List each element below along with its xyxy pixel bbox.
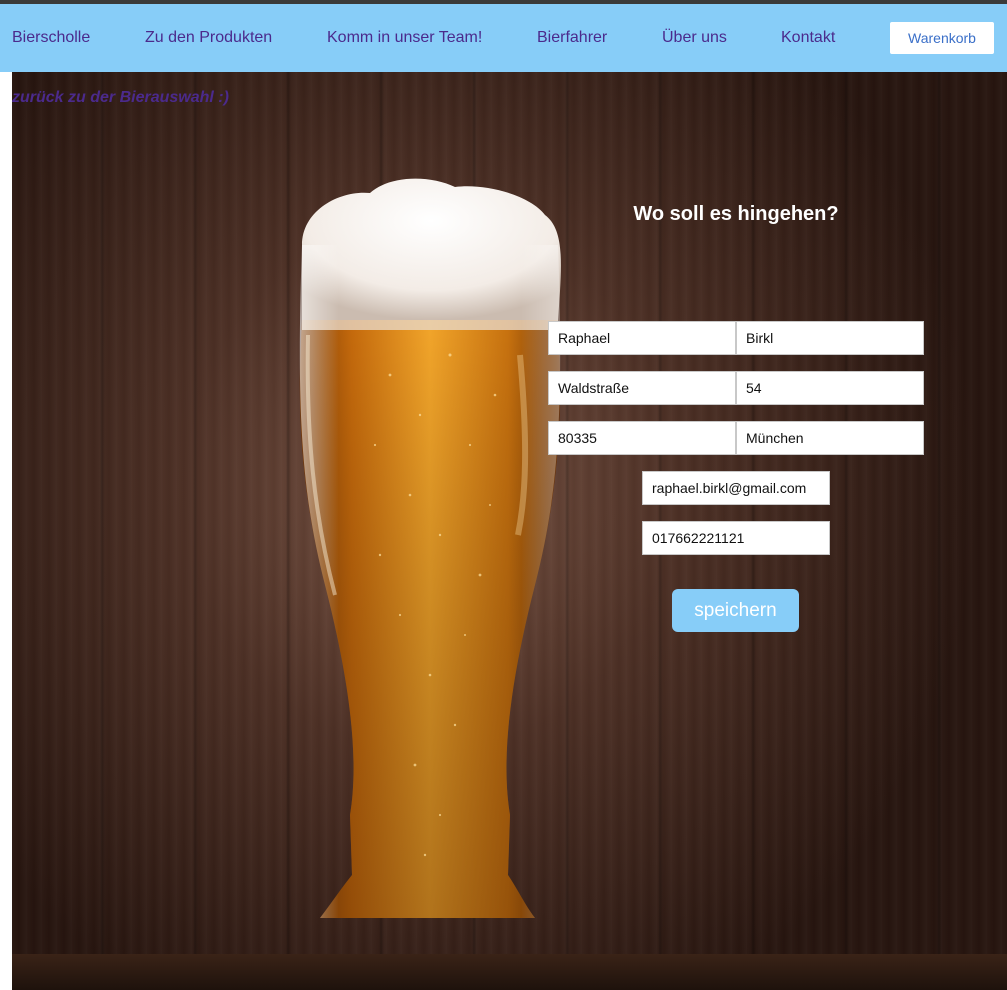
wooden-shelf bbox=[12, 954, 1007, 990]
nav-brand-link[interactable]: Bierscholle bbox=[12, 28, 90, 48]
save-button[interactable]: speichern bbox=[672, 589, 799, 632]
navbar: Bierscholle Zu den Produkten Komm in uns… bbox=[0, 4, 1007, 72]
nav-drivers-link[interactable]: Bierfahrer bbox=[537, 28, 607, 48]
house-number-input[interactable] bbox=[736, 371, 924, 405]
city-input[interactable] bbox=[736, 421, 924, 455]
zip-input[interactable] bbox=[548, 421, 736, 455]
lastname-input[interactable] bbox=[736, 321, 924, 355]
street-input[interactable] bbox=[548, 371, 736, 405]
back-to-beer-selection-link[interactable]: zurück zu der Bierauswahl :) bbox=[12, 89, 229, 107]
firstname-input[interactable] bbox=[548, 321, 736, 355]
beer-glass-image bbox=[299, 178, 561, 918]
nav-about-link[interactable]: Über uns bbox=[662, 28, 727, 48]
form-title: Wo soll es hingehen? bbox=[633, 203, 839, 225]
cart-button[interactable]: Warenkorb bbox=[890, 22, 994, 54]
phone-input[interactable] bbox=[642, 521, 830, 555]
nav-products-link[interactable]: Zu den Produkten bbox=[145, 28, 272, 48]
nav-contact-link[interactable]: Kontakt bbox=[781, 28, 835, 48]
email-input[interactable] bbox=[642, 471, 830, 505]
nav-team-link[interactable]: Komm in unser Team! bbox=[327, 28, 482, 48]
